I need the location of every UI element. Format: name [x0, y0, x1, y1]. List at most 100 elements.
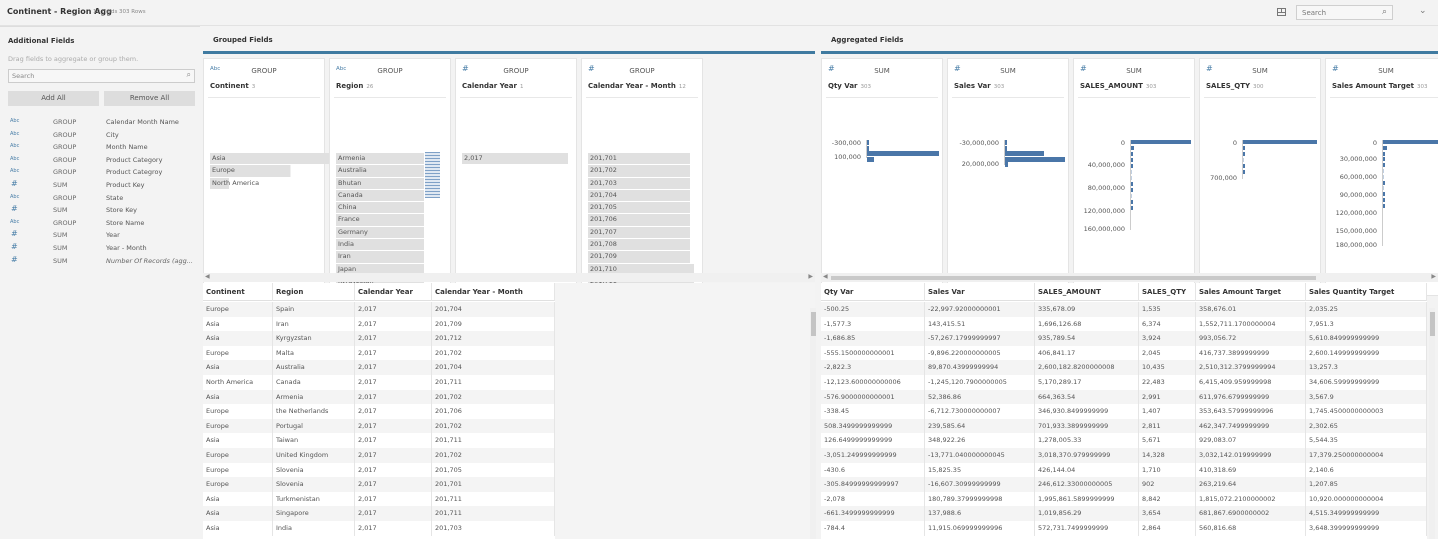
aggregation-type[interactable]: SUM	[948, 67, 1068, 75]
histogram-bar[interactable]	[867, 145, 869, 151]
table-row[interactable]: Europe Spain 2,017 201,704	[203, 302, 555, 317]
aggregation-type[interactable]: SUM	[1200, 67, 1320, 75]
add-all-button[interactable]: Add All	[8, 91, 99, 106]
mini-scrollbar[interactable]	[425, 152, 440, 198]
scroll-thumb[interactable]	[1430, 312, 1435, 336]
value-bar[interactable]: India	[336, 239, 424, 251]
aggregation-type[interactable]: GROUP	[53, 131, 76, 139]
table-row[interactable]: -2,078 180,789.37999999998 1,995,861.58999…	[821, 491, 1427, 507]
field-item[interactable]: # SUM Store Key	[0, 204, 200, 217]
chevron-down-icon[interactable]: ⌄	[1419, 6, 1427, 16]
histogram-bar[interactable]	[1383, 157, 1385, 162]
aggregation-type[interactable]: GROUP	[53, 143, 76, 151]
field-item[interactable]: # SUM Year - Month	[0, 242, 200, 255]
table-row[interactable]: -305.84999999999997 -16,607.30999999999 24…	[821, 477, 1427, 492]
table-row[interactable]: -12,123.600000000006 -1,245,120.790000000…	[821, 375, 1427, 390]
remove-all-button[interactable]: Remove All	[104, 91, 195, 106]
histogram-bar[interactable]	[1131, 176, 1132, 180]
value-bar[interactable]: Germany	[336, 226, 424, 239]
aggregation-type[interactable]: GROUP	[456, 67, 576, 75]
column-header[interactable]: SALES_AMOUNT	[1035, 283, 1139, 301]
value-bar[interactable]: Canada	[336, 189, 424, 202]
column-header[interactable]: Calendar Year	[355, 283, 432, 301]
layout-toggle-icon[interactable]	[1277, 8, 1286, 16]
table-row[interactable]: -2,822.3 89,870.43999999994 2,600,182.8200…	[821, 360, 1427, 375]
histogram-bar[interactable]	[867, 151, 939, 156]
value-bar[interactable]: Iran	[336, 251, 424, 263]
value-bar[interactable]: 201,706	[588, 214, 690, 226]
histogram-bar[interactable]	[1383, 186, 1384, 191]
table-row[interactable]: -1,577.3 143,415.51 1,696,126.68 6,374 1,552…	[821, 316, 1427, 332]
field-profile-card[interactable]: # SUM Sales Amount Target 303 0 30,000,000 60,…	[1325, 58, 1438, 296]
value-bar[interactable]: Armenia	[336, 153, 424, 165]
aggregation-type[interactable]: GROUP	[53, 156, 76, 164]
histogram-bar[interactable]	[1383, 145, 1387, 150]
value-bar[interactable]: 201,703	[588, 177, 690, 189]
table-row[interactable]: -500.25 -22,997.92000000001 335,678.09 1,53…	[821, 302, 1427, 317]
grouped-cards-hscroll[interactable]: ◀ ▶	[203, 273, 815, 282]
histogram-bar[interactable]	[1243, 158, 1244, 162]
scroll-left-arrow[interactable]: ◀	[823, 273, 828, 280]
aggregation-type[interactable]: SUM	[1326, 67, 1438, 75]
value-bar[interactable]: China	[336, 202, 424, 214]
aggregation-type[interactable]: SUM	[53, 206, 68, 214]
column-header[interactable]: Sales Quantity Target	[1306, 283, 1427, 301]
field-item[interactable]: # SUM Product Key	[0, 179, 200, 192]
histogram-bar[interactable]	[1383, 198, 1385, 202]
field-item[interactable]: Abc GROUP Product Categroy	[0, 166, 200, 179]
aggregation-type[interactable]: SUM	[1074, 67, 1194, 75]
histogram-bar[interactable]	[1383, 151, 1385, 156]
table-row[interactable]: Europe Slovenia 2,017 201,705	[203, 462, 555, 478]
aggregation-type[interactable]: GROUP	[330, 67, 450, 75]
histogram-bar[interactable]	[1383, 140, 1438, 144]
field-item[interactable]: Abc GROUP City	[0, 129, 200, 142]
table-row[interactable]: 508.3499999999999 239,585.64 701,933.38999…	[821, 418, 1427, 434]
table-row[interactable]: Europe Portugal 2,017 201,702	[203, 418, 555, 434]
histogram-bar[interactable]	[1383, 169, 1384, 173]
histogram-bar[interactable]	[1243, 140, 1317, 144]
histogram-bar[interactable]	[1005, 156, 1065, 162]
field-profile-card[interactable]: # GROUP Calendar Year 1 2,017	[455, 58, 577, 296]
fields-search-input[interactable]: Search ⌕	[8, 69, 195, 83]
field-item[interactable]: Abc GROUP Store Name	[0, 217, 200, 230]
histogram-bar[interactable]	[1243, 146, 1246, 150]
histogram-bar[interactable]	[1131, 194, 1132, 198]
histogram-bar[interactable]	[1131, 200, 1133, 204]
table-row[interactable]: North America Canada 2,017 201,711	[203, 375, 555, 390]
value-bar[interactable]: 201,707	[588, 226, 690, 239]
aggregation-type[interactable]: SUM	[53, 231, 68, 239]
field-profile-card[interactable]: # SUM Sales Var 303 -30,000,000 20,000,000	[947, 58, 1069, 296]
field-profile-card[interactable]: # SUM SALES_QTY 300 0 700,000	[1199, 58, 1321, 296]
aggregation-type[interactable]: SUM	[53, 244, 68, 252]
histogram-bar[interactable]	[1131, 152, 1134, 156]
histogram-bar[interactable]	[867, 156, 875, 162]
aggregation-type[interactable]: SUM	[822, 67, 942, 75]
scroll-thumb[interactable]	[811, 312, 816, 336]
table-row[interactable]: -576.9000000000001 52,386.86 664,363.54 2,9…	[821, 389, 1427, 405]
aggregation-type[interactable]: GROUP	[53, 168, 76, 176]
aggregation-type[interactable]: GROUP	[53, 118, 76, 126]
histogram-bar[interactable]	[1243, 164, 1245, 168]
value-bar[interactable]: Bhutan	[336, 177, 424, 189]
histogram-bar[interactable]	[1131, 140, 1191, 144]
table-row[interactable]: -338.45 -6,712.730000000007 346,930.849999…	[821, 404, 1427, 419]
table-row[interactable]: Europe United Kingdom 2,017 201,702	[203, 448, 555, 463]
aggregation-type[interactable]: SUM	[53, 257, 68, 265]
value-bar[interactable]: 201,701	[588, 153, 690, 165]
histogram-bar[interactable]	[1131, 182, 1133, 186]
table-row[interactable]: Asia Turkmenistan 2,017 201,711	[203, 491, 555, 507]
histogram-bar[interactable]	[1005, 151, 1044, 156]
aggregation-type[interactable]: GROUP	[53, 194, 76, 202]
field-item[interactable]: Abc GROUP Month Name	[0, 141, 200, 154]
histogram-bar[interactable]	[1005, 145, 1007, 151]
value-bar[interactable]: Asia	[210, 153, 344, 165]
histogram-bar[interactable]	[1131, 170, 1132, 174]
table-row[interactable]: Europe Malta 2,017 201,702	[203, 345, 555, 361]
table-row[interactable]: -784.4 11,915.069999999996 572,731.7499999…	[821, 521, 1427, 536]
column-header[interactable]: Calendar Year - Month	[432, 283, 555, 301]
field-profile-card[interactable]: # SUM Qty Var 303 -300,000 100,000	[821, 58, 943, 296]
scroll-right-arrow[interactable]: ▶	[1431, 273, 1436, 280]
scroll-left-arrow[interactable]: ◀	[205, 273, 210, 280]
table-row[interactable]: Europe the Netherlands 2,017 201,706	[203, 404, 555, 419]
value-bar[interactable]: 2,017	[462, 153, 568, 165]
